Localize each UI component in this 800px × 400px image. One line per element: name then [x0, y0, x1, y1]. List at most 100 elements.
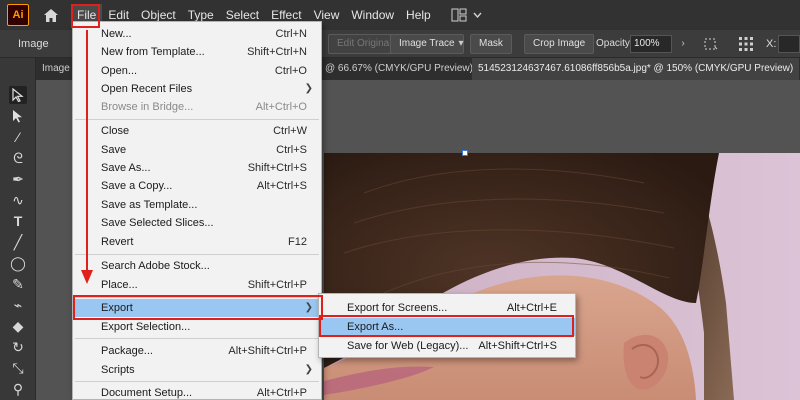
menu-item-label: Save Selected Slices... [101, 217, 214, 229]
menu-item-scripts[interactable]: Scripts ❯ [73, 361, 321, 379]
menu-item-shortcut: Alt+Ctrl+S [256, 180, 307, 192]
crop-image-button[interactable]: Crop Image [524, 34, 595, 54]
menu-item-save-as-template[interactable]: Save as Template... [73, 196, 321, 214]
menu-item-save-selected-slices[interactable]: Save Selected Slices... [73, 214, 321, 232]
tab-active-document[interactable]: 514523124637467.61086ff856b5a.jpg* @ 150… [472, 58, 800, 80]
chevron-down-icon [473, 12, 482, 18]
file-menu: New... Ctrl+N New from Template... Shift+C… [72, 21, 322, 400]
menu-item-save[interactable]: Save Ctrl+S [73, 141, 321, 159]
menu-item-label: Save As... [101, 162, 151, 174]
tab-image[interactable]: Image [36, 58, 76, 80]
workspace-switcher[interactable] [451, 8, 482, 22]
menu-item-browse-in-bridge: Browse in Bridge... Alt+Ctrl+O [73, 98, 321, 116]
menu-item-shortcut: Alt+Ctrl+E [506, 302, 557, 314]
menu-item-new-from-template[interactable]: New from Template... Shift+Ctrl+N [73, 43, 321, 61]
opacity-label: Opacity: [596, 38, 633, 49]
reference-point-icon[interactable] [738, 36, 754, 52]
menu-item-revert[interactable]: Revert F12 [73, 233, 321, 251]
line-tool-icon[interactable]: ╱ [9, 233, 27, 251]
transform-icon[interactable] [702, 36, 718, 52]
menu-item-save-a-copy[interactable]: Save a Copy... Alt+Ctrl+S [73, 177, 321, 195]
rotate-tool-icon[interactable]: ↻ [9, 338, 27, 356]
menu-item-shortcut: Alt+Shift+Ctrl+S [478, 340, 557, 352]
opacity-field[interactable]: 100% [630, 35, 672, 53]
app-logo-icon: Ai [7, 4, 29, 26]
menu-item-export[interactable]: Export ❯ [73, 299, 321, 317]
menu-item-label: Document Setup... [101, 387, 193, 399]
scale-tool-icon[interactable]: ⤡ [9, 359, 27, 377]
submenu-arrow-icon: ❯ [304, 302, 313, 313]
tab-label: Image [42, 63, 70, 74]
placed-photo[interactable] [324, 153, 800, 400]
menu-item-package[interactable]: Package... Alt+Shift+Ctrl+P [73, 342, 321, 360]
menu-separator [75, 254, 319, 255]
menu-item-shortcut: Shift+Ctrl+N [247, 46, 307, 58]
menu-item-open[interactable]: Open... Ctrl+O [73, 62, 321, 80]
type-tool-icon[interactable]: T [9, 212, 27, 230]
shaper-tool-icon[interactable]: ⌁ [9, 296, 27, 314]
menu-item-label: Revert [101, 236, 134, 248]
menu-item-open-recent[interactable]: Open Recent Files ❯ [73, 80, 321, 98]
menu-item-new[interactable]: New... Ctrl+N [73, 25, 321, 43]
menu-item-label: New... [101, 28, 132, 40]
curvature-tool-icon[interactable]: ∿ [9, 191, 27, 209]
menu-item-label: Place... [101, 279, 138, 291]
menu-help[interactable]: Help [400, 4, 437, 26]
paintbrush-tool-icon[interactable]: ✎ [9, 275, 27, 293]
tab-document-2[interactable]: @ 66.67% (CMYK/GPU Preview)✕ [319, 58, 491, 80]
menu-item-label: Save for Web (Legacy)... [347, 340, 469, 352]
portrait-image [324, 153, 800, 400]
tab-label: @ 66.67% (CMYK/GPU Preview) [325, 63, 473, 74]
selection-type-label: Image [18, 37, 49, 50]
menu-item-label: Export As... [347, 321, 404, 333]
menu-item-shortcut: Alt+Ctrl+O [255, 101, 307, 113]
menu-window[interactable]: Window [345, 4, 400, 26]
menu-item-close[interactable]: Close Ctrl+W [73, 122, 321, 140]
menu-item-shortcut: Ctrl+O [274, 65, 307, 77]
menu-item-shortcut: Ctrl+W [273, 125, 307, 137]
lasso-tool-icon[interactable]: ᘓ [9, 149, 27, 167]
home-icon[interactable] [41, 5, 61, 25]
tab-label: 514523124637467.61086ff856b5a.jpg* @ 150… [478, 63, 794, 74]
menu-item-shortcut: Alt+Ctrl+P [256, 387, 307, 399]
tools-panel: ⁄ ᘓ ✒ ∿ T ╱ ◯ ✎ ⌁ ◆ ↻ ⤡ ⚲ [0, 58, 36, 400]
mask-button[interactable]: Mask [470, 34, 512, 54]
direct-selection-tool-icon[interactable] [9, 107, 27, 125]
menu-item-label: Scripts [101, 364, 135, 376]
menu-item-export-for-screens[interactable]: Export for Screens... Alt+Ctrl+E [319, 299, 575, 317]
menu-item-label: Export Selection... [101, 321, 191, 333]
pen-tool-icon[interactable]: ✒ [9, 170, 27, 188]
menu-item-save-as[interactable]: Save As... Shift+Ctrl+S [73, 159, 321, 177]
menu-separator [75, 338, 319, 339]
ellipse-tool-icon[interactable]: ◯ [9, 254, 27, 272]
menu-item-label: Save [101, 144, 127, 156]
menu-item-place[interactable]: Place... Shift+Ctrl+P [73, 276, 321, 294]
x-coordinate-label: X: [766, 38, 777, 50]
puppet-warp-tool-icon[interactable]: ⚲ [9, 380, 27, 398]
menu-item-label: New from Template... [101, 46, 205, 58]
x-coordinate-field[interactable] [778, 35, 800, 53]
menu-item-document-setup[interactable]: Document Setup... Alt+Ctrl+P [73, 384, 321, 400]
image-trace-dropdown-icon[interactable]: ▾ [454, 34, 468, 54]
menu-item-export-selection[interactable]: Export Selection... [73, 318, 321, 336]
menu-item-label: Save a Copy... [101, 180, 173, 192]
export-submenu: Export for Screens... Alt+Ctrl+E Export A… [318, 293, 576, 358]
opacity-arrow-icon[interactable]: › [676, 34, 690, 54]
submenu-arrow-icon: ❯ [304, 364, 313, 375]
menu-item-export-as[interactable]: Export As... [319, 318, 575, 336]
eraser-tool-icon[interactable]: ◆ [9, 317, 27, 335]
menu-item-save-for-web[interactable]: Save for Web (Legacy)... Alt+Shift+Ctrl+S [319, 337, 575, 355]
image-trace-button[interactable]: Image Trace [390, 34, 464, 54]
menu-item-label: Open... [101, 65, 138, 77]
menu-item-shortcut: Alt+Shift+Ctrl+P [228, 345, 307, 357]
app-logo-text: Ai [12, 9, 24, 21]
menu-item-shortcut: Shift+Ctrl+P [247, 279, 307, 291]
bounding-box-handle[interactable] [462, 150, 468, 156]
selection-tool-icon[interactable] [9, 86, 27, 104]
menu-item-search-adobe-stock[interactable]: Search Adobe Stock... [73, 257, 321, 275]
menu-item-label: Save as Template... [101, 199, 198, 211]
menu-item-label: Package... [101, 345, 153, 357]
magic-wand-tool-icon[interactable]: ⁄ [9, 128, 27, 146]
menu-item-label: Search Adobe Stock... [101, 260, 210, 272]
menu-item-shortcut: Shift+Ctrl+S [247, 162, 307, 174]
